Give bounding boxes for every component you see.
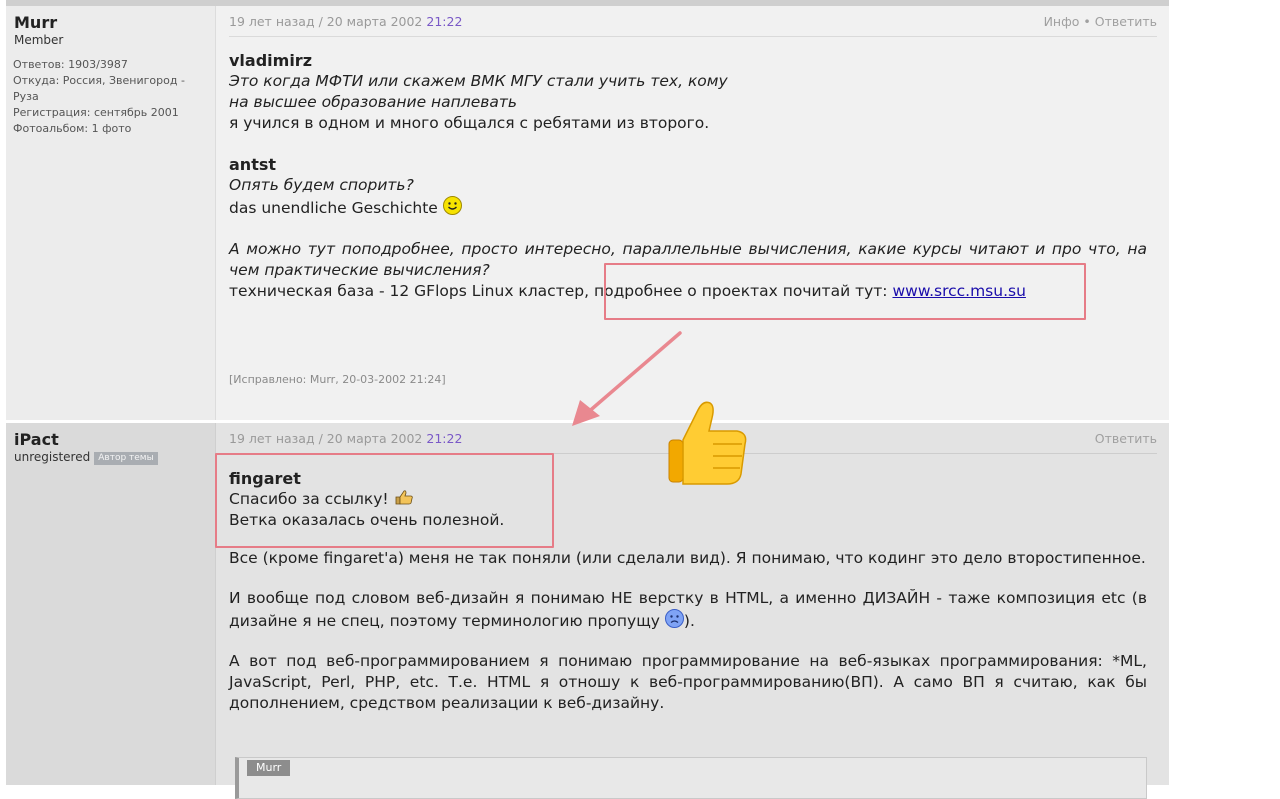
paragraph: А вот под веб-программированием я понима…	[229, 652, 1147, 712]
quote-author-tag: Murr	[247, 760, 291, 776]
edited-note: [Исправлено: Murr, 20-03-2002 21:24]	[229, 373, 446, 386]
topic-author-badge: Автор темы	[94, 452, 158, 465]
reply-link[interactable]: Ответить	[1095, 14, 1157, 29]
author-panel: iPact unregistered Автор темы	[6, 423, 216, 785]
reply-link[interactable]: Ответить	[1095, 431, 1157, 446]
answer-text: я учился в одном и много общался с ребят…	[229, 114, 710, 132]
meta-photoalbum[interactable]: Фотоальбом: 1 фото	[13, 121, 208, 137]
post-time[interactable]: 21:22	[426, 431, 462, 446]
highlight-box-link	[604, 263, 1086, 320]
paragraph: И вообще под словом веб-дизайн я понимаю…	[229, 588, 1147, 632]
answer-line: das unendliche Geschichte	[229, 196, 1147, 219]
meta-registration: Регистрация: сентябрь 2001	[13, 106, 179, 119]
author-name[interactable]: Murr	[14, 13, 57, 32]
paragraph: Все (кроме fingaret'а) меня не так понял…	[229, 549, 1146, 567]
author-name[interactable]: iPact	[14, 430, 59, 449]
sad-face-icon	[664, 609, 684, 628]
info-link[interactable]: Инфо	[1044, 14, 1080, 29]
author-role-text: unregistered	[14, 450, 91, 464]
answer-text: das unendliche Geschichte	[229, 199, 438, 217]
author-role: Member	[14, 33, 64, 47]
author-role: unregistered Автор темы	[14, 450, 158, 465]
meta-replies: Ответов: 1903/3987	[13, 58, 128, 71]
post-actions: Инфо • Ответить	[1044, 14, 1157, 29]
paragraph-text: ).	[683, 612, 695, 630]
author-panel: Murr Member Ответов: 1903/3987 Откуда: Р…	[6, 6, 216, 420]
quote-block: Murr	[235, 757, 1147, 799]
post-header: 19 лет назад / 20 марта 2002 21:22 Инфо …	[229, 14, 1157, 29]
highlight-box-quote	[215, 453, 554, 548]
forum-post: iPact unregistered Автор темы 19 лет наза…	[6, 423, 1169, 799]
quote-line: Это когда МФТИ или скажем ВМК МГУ стали …	[229, 72, 728, 90]
quote-author: antst	[229, 155, 277, 174]
quote-line: на высшее образование наплевать	[229, 93, 518, 111]
post-actions: Ответить	[1095, 431, 1157, 446]
header-divider	[229, 36, 1157, 37]
separator-dot: •	[1083, 14, 1091, 29]
smile-icon	[442, 196, 462, 215]
meta-location: Откуда: Россия, Звенигород - Руза	[13, 74, 185, 103]
thumbs-up-icon	[668, 401, 747, 485]
post-date: 19 лет назад / 20 марта 2002	[229, 431, 423, 446]
quote-line: Опять будем спорить?	[229, 176, 414, 194]
author-meta: Ответов: 1903/3987 Откуда: Россия, Звени…	[13, 57, 208, 137]
quote-author: vladimirz	[229, 51, 313, 70]
post-date: 19 лет назад / 20 марта 2002	[229, 14, 423, 29]
post-time[interactable]: 21:22	[426, 14, 462, 29]
